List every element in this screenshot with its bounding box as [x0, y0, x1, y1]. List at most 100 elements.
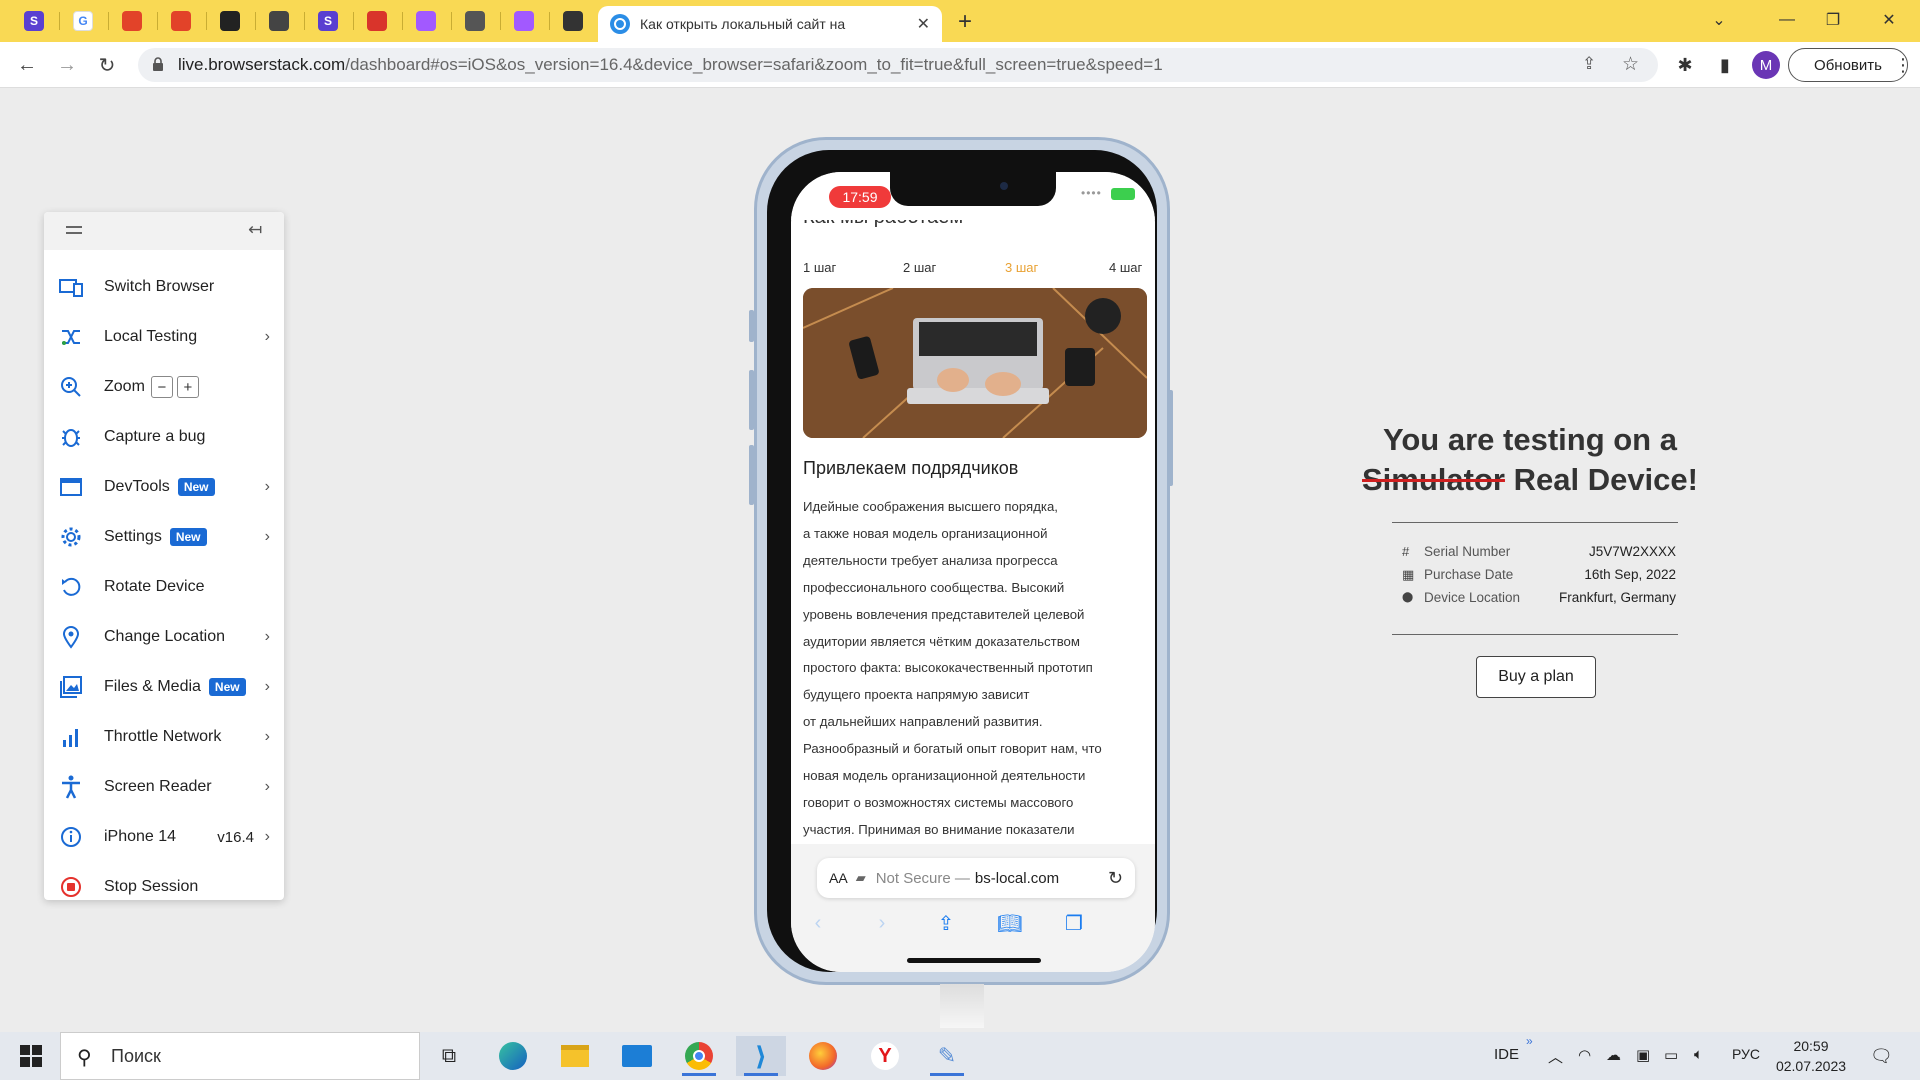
step-tab[interactable]: 1 шаг	[803, 260, 836, 275]
tab[interactable]	[553, 8, 593, 34]
file-explorer-icon[interactable]	[550, 1036, 600, 1076]
tab[interactable]	[161, 8, 201, 34]
active-tab[interactable]: Как открыть локальный сайт на ✕	[598, 6, 942, 42]
minimize-button[interactable]: —	[1764, 0, 1810, 40]
close-window-button[interactable]: ✕	[1866, 0, 1912, 40]
paint-app-icon[interactable]: ✎	[922, 1036, 972, 1076]
article-line: деятельности требует анализа прогресса	[803, 552, 1058, 568]
volume-down-button	[749, 445, 754, 505]
menu-item-screen-reader[interactable]: Screen Reader ›	[44, 762, 284, 812]
new-badge: New	[169, 527, 207, 546]
firefox-icon[interactable]	[798, 1036, 848, 1076]
menu-item-local-testing[interactable]: Local Testing ›	[44, 312, 284, 362]
menu-item-text: iPhone 14	[104, 828, 177, 845]
extension-puzzle-icon[interactable]: ▰	[856, 870, 866, 886]
safari-forward-icon[interactable]: ›	[867, 908, 897, 938]
menu-item-files-media[interactable]: Files & Media New ›	[44, 662, 284, 712]
vscode-icon[interactable]: ⟩	[736, 1036, 786, 1076]
notifications-icon[interactable]: 🗨︎	[1870, 1046, 1893, 1067]
menu-item-switch-browser[interactable]: Switch Browser	[44, 262, 284, 312]
task-view-icon[interactable]: ⧉	[424, 1036, 474, 1076]
language-indicator[interactable]: РУС	[1732, 1046, 1760, 1062]
drag-handle-icon[interactable]	[66, 226, 82, 234]
device-info-row: # Serial Number J5V7W2XXXX	[1400, 544, 1676, 566]
phone-screen[interactable]: Как мы работаем 17:59 •••• 1 шаг2 шаг3 ш…	[791, 172, 1155, 972]
zoom-in-button[interactable]: +	[176, 376, 199, 398]
tab[interactable]	[406, 8, 446, 34]
menu-item-change-location[interactable]: Change Location ›	[44, 612, 284, 662]
safari-share-icon[interactable]: ⇪	[931, 908, 961, 938]
menu-icon[interactable]: ⋮	[1890, 52, 1916, 78]
tab[interactable]	[357, 8, 397, 34]
device-info-heading: You are testing on a Simulator Real Devi…	[1360, 420, 1700, 500]
zoom-icon	[58, 374, 84, 400]
windows-start-button[interactable]	[6, 1036, 56, 1076]
reload-button[interactable]: ↻	[92, 50, 122, 80]
forward-button[interactable]: →	[52, 50, 82, 80]
camera-icon	[1000, 182, 1008, 190]
ime-ide-label[interactable]: IDE	[1494, 1046, 1519, 1063]
edge-icon[interactable]	[488, 1036, 538, 1076]
tab[interactable]: S	[14, 8, 54, 34]
menu-item-rotate-device[interactable]: Rotate Device	[44, 562, 284, 612]
wifi-icon[interactable]: ◠	[1578, 1046, 1591, 1064]
step-tab[interactable]: 2 шаг	[903, 260, 936, 275]
tab[interactable]	[455, 8, 495, 34]
menu-item-capture-a-bug[interactable]: Capture a bug	[44, 412, 284, 462]
home-indicator[interactable]	[907, 958, 1041, 963]
step-tab[interactable]: 3 шаг	[1005, 260, 1038, 275]
star-icon[interactable]: ☆	[1622, 53, 1639, 76]
clock-time: 20:59	[1793, 1038, 1829, 1054]
tab[interactable]	[504, 8, 544, 34]
tray-expand-icon[interactable]: ︿	[1548, 1046, 1563, 1067]
safari-bookmarks-icon[interactable]: 📖︎	[995, 908, 1025, 938]
not-secure-label: Not Secure —	[875, 869, 970, 887]
active-tab-title: Как открыть локальный сайт на	[640, 16, 846, 32]
close-tab-icon[interactable]: ✕	[917, 14, 930, 34]
text-size-button[interactable]: AA	[829, 870, 848, 886]
tab[interactable]	[112, 8, 152, 34]
overflow-chevron-icon[interactable]: »	[1526, 1034, 1533, 1048]
tab[interactable]: S	[308, 8, 348, 34]
collapse-icon[interactable]: ↤	[248, 220, 262, 240]
menu-item-settings[interactable]: Settings New ›	[44, 512, 284, 562]
safari-tabs-icon[interactable]: ❐	[1059, 908, 1089, 938]
globe-icon	[465, 11, 485, 31]
menu-item-throttle-network[interactable]: Throttle Network ›	[44, 712, 284, 762]
menu-item-iphone-14[interactable]: iPhone 14 v16.4 ›	[44, 812, 284, 862]
buy-plan-button[interactable]: Buy a plan	[1476, 656, 1596, 698]
taskbar-search[interactable]: ⚲ Поиск	[60, 1032, 420, 1080]
extensions-icon[interactable]: ✱	[1672, 52, 1698, 78]
safari-reload-icon[interactable]: ↻	[1108, 868, 1123, 889]
chevron-right-icon: ›	[264, 678, 270, 695]
avatar[interactable]: M	[1752, 51, 1780, 79]
menu-item-zoom[interactable]: Zoom − +	[44, 362, 284, 412]
safari-address-bar[interactable]: AA ▰ Not Secure — bs-local.com ↻	[817, 858, 1135, 898]
lock-icon	[152, 57, 164, 77]
onedrive-icon[interactable]: ☁	[1606, 1046, 1621, 1064]
taskbar-clock[interactable]: 20:59 02.07.2023	[1766, 1036, 1856, 1076]
tab-separator	[108, 12, 109, 30]
tab[interactable]	[259, 8, 299, 34]
volume-icon[interactable]: 🔈︎	[1694, 1046, 1703, 1063]
meet-now-icon[interactable]: ▣	[1636, 1046, 1650, 1064]
article-line: новая модель организационной деятельност…	[803, 768, 1086, 784]
step-tab[interactable]: 4 шаг	[1109, 260, 1142, 275]
menu-item-devtools[interactable]: DevTools New ›	[44, 462, 284, 512]
maximize-button[interactable]: ❐	[1810, 0, 1856, 40]
side-panel-icon[interactable]: ▮	[1712, 52, 1738, 78]
back-button[interactable]: ←	[12, 50, 42, 80]
mail-icon[interactable]	[612, 1036, 662, 1076]
yandex-browser-icon[interactable]: Y	[860, 1036, 910, 1076]
address-bar[interactable]: live.browserstack.com/dashboard#os=iOS&o…	[138, 48, 1658, 82]
chrome-icon[interactable]	[674, 1036, 724, 1076]
tab[interactable]	[210, 8, 250, 34]
battery-icon[interactable]: ▭	[1664, 1046, 1678, 1064]
zoom-out-button[interactable]: −	[150, 376, 173, 398]
tab[interactable]: G	[63, 8, 103, 34]
safari-back-icon[interactable]: ‹	[803, 908, 833, 938]
menu-item-stop-session[interactable]: Stop Session	[44, 862, 284, 912]
new-tab-button[interactable]: +	[958, 8, 972, 36]
share-icon[interactable]: ⇪	[1582, 54, 1596, 74]
tab-search-icon[interactable]: ⌄	[1696, 0, 1742, 40]
